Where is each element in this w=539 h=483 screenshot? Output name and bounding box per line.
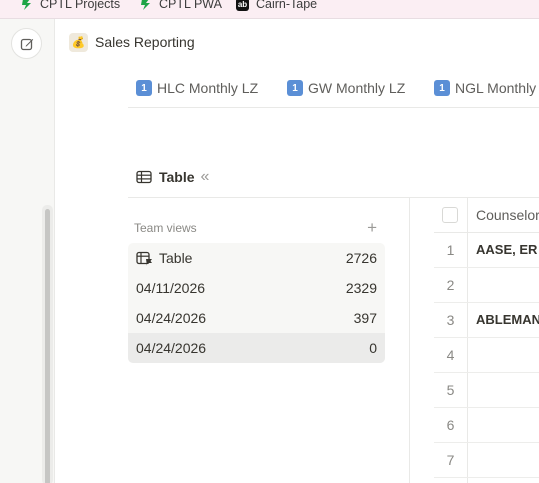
view-label: Table — [159, 169, 195, 185]
page-title-text: Sales Reporting — [95, 34, 195, 50]
row-number: 6 — [446, 417, 455, 433]
table-icon — [136, 170, 152, 184]
view-item-label: 04/24/2026 — [136, 340, 207, 356]
view-item-count: 0 — [369, 340, 377, 356]
bookmark-cptl-projects[interactable]: CPTL Projects — [20, 0, 120, 13]
edit-icon — [20, 38, 33, 50]
view-item-label: Table — [159, 250, 193, 266]
scrollbar-thumb[interactable] — [45, 209, 50, 483]
bookmark-label: CPTL PWA — [159, 0, 222, 11]
table-row[interactable]: 2 — [434, 268, 539, 303]
bookmarks-bar: CPTL Projects CPTL PWA ab Cairn-Tape — [0, 0, 539, 19]
counselor-cell[interactable]: ABLEMAN — [476, 312, 539, 327]
tab-label: GW Monthly LZ — [308, 80, 406, 96]
bookmark-label: Cairn-Tape — [256, 0, 318, 11]
team-views-list: Table 2726 04/11/2026 2329 04/24/2026 39… — [128, 243, 385, 363]
bookmark-label: CPTL Projects — [40, 0, 121, 11]
table-row[interactable]: 3 ABLEMAN — [434, 303, 539, 338]
view-item-count: 2329 — [345, 280, 377, 296]
view-item-label: 04/24/2026 — [136, 310, 207, 326]
compose-button[interactable] — [11, 28, 42, 59]
page-title[interactable]: 💰 Sales Reporting — [69, 32, 195, 52]
team-views-panel: Team views + Table 2726 04/11/2026 2329 — [128, 215, 385, 363]
view-item-date[interactable]: 04/24/2026 397 — [128, 303, 385, 333]
dark-logo-icon: ab — [236, 0, 249, 11]
view-item-count: 2726 — [345, 250, 377, 266]
keycap-one-icon: 1 — [287, 80, 303, 96]
row-number: 4 — [446, 347, 455, 363]
scrollbar[interactable] — [42, 205, 53, 483]
column-header-counselor[interactable]: Counselor — [476, 207, 539, 223]
green-s-icon — [20, 0, 33, 11]
row-number: 7 — [446, 452, 455, 468]
view-item-label: 04/11/2026 — [136, 280, 206, 296]
table-row[interactable]: 5 — [434, 373, 539, 408]
money-bag-icon: 💰 — [69, 32, 88, 52]
table-row[interactable]: 7 — [434, 443, 539, 478]
row-number: 2 — [446, 277, 455, 293]
team-views-header: Team views + — [128, 215, 385, 241]
tab-gw-monthly-lz[interactable]: 1 GW Monthly LZ — [287, 80, 405, 96]
add-view-button[interactable]: + — [367, 218, 377, 238]
table-flag-icon — [136, 251, 153, 266]
keycap-one-icon: 1 — [434, 80, 450, 96]
counselor-cell[interactable]: AASE, ER — [476, 242, 537, 257]
left-rail — [0, 19, 55, 483]
green-s-icon — [139, 0, 152, 11]
tab-label: HLC Monthly LZ — [157, 80, 259, 96]
tab-label: NGL Monthly — [455, 80, 537, 96]
collapse-chevron-icon[interactable]: « — [201, 168, 210, 186]
row-number: 3 — [446, 312, 455, 328]
table-header-row: Counselor — [434, 198, 539, 483]
row-number: 1 — [446, 242, 455, 258]
view-selector[interactable]: Table « — [136, 168, 209, 186]
view-header: Table « — [128, 166, 539, 198]
bookmark-cptl-pwa[interactable]: CPTL PWA — [139, 0, 222, 13]
table-row[interactable]: 1 AASE, ER — [434, 233, 539, 268]
bookmark-cairn-tape[interactable]: ab Cairn-Tape — [236, 0, 317, 13]
select-all-checkbox[interactable] — [442, 207, 458, 223]
view-item-count: 397 — [353, 310, 377, 326]
database-tabs: 1 HLC Monthly LZ 1 GW Monthly LZ 1 NGL M… — [128, 68, 539, 108]
table-row[interactable]: 6 — [434, 408, 539, 443]
tab-ngl-monthly[interactable]: 1 NGL Monthly — [434, 80, 536, 96]
view-item-table[interactable]: Table 2726 — [128, 243, 385, 273]
keycap-one-icon: 1 — [136, 80, 152, 96]
row-number: 5 — [446, 382, 455, 398]
view-item-date[interactable]: 04/11/2026 2329 — [128, 273, 385, 303]
tab-hlc-monthly-lz[interactable]: 1 HLC Monthly LZ — [136, 80, 258, 96]
view-item-date-selected[interactable]: 04/24/2026 0 — [128, 333, 385, 363]
team-views-heading: Team views — [134, 221, 197, 235]
panel-divider — [409, 198, 410, 483]
table-row[interactable]: 4 — [434, 338, 539, 373]
